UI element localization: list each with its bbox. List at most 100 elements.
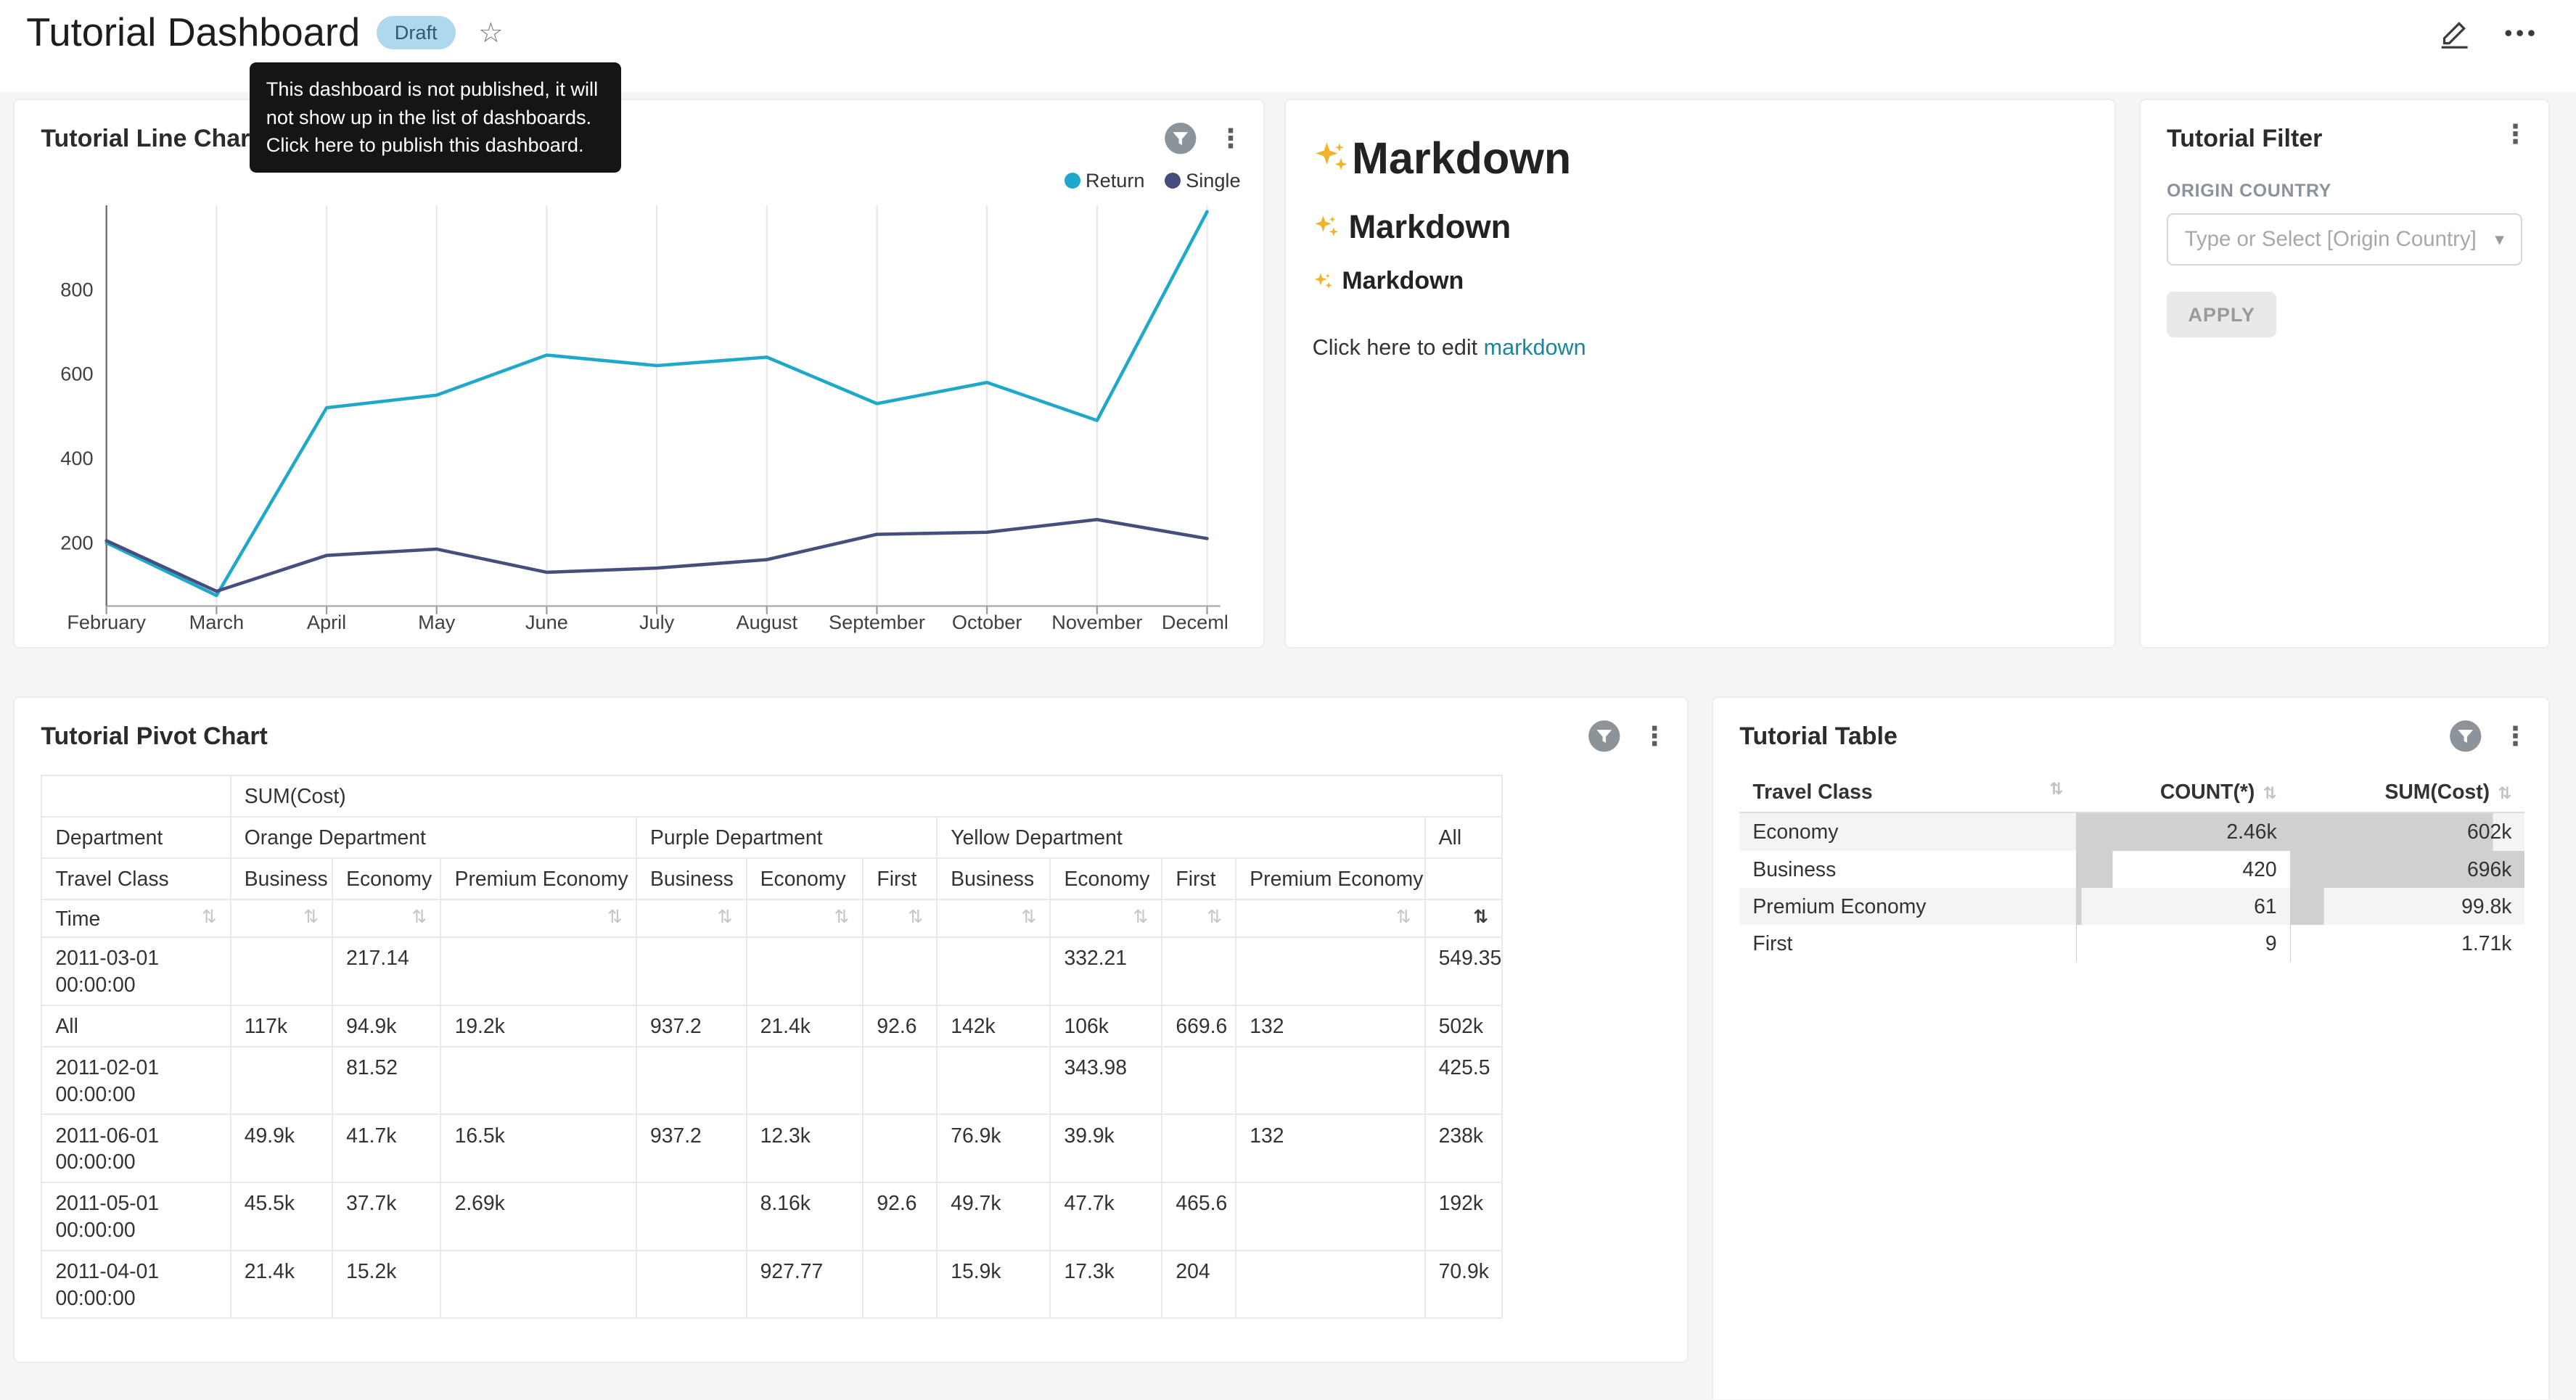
- pivot-value-cell: 49.9k: [231, 1114, 332, 1182]
- pivot-value-cell: [937, 937, 1050, 1005]
- draft-tooltip[interactable]: This dashboard is not published, it will…: [250, 62, 621, 173]
- legend-label: Return: [1086, 169, 1145, 192]
- pivot-row-dimension: Department: [41, 817, 230, 858]
- pivot-value-cell: 41.7k: [332, 1114, 440, 1182]
- chart-options-icon[interactable]: ⋮: [1641, 723, 1668, 749]
- svg-text:February: February: [67, 611, 147, 633]
- chart-options-icon[interactable]: ⋮: [1218, 125, 1244, 152]
- line-chart: FebruaryMarchAprilMayJuneJulyAugustSepte…: [28, 199, 1227, 646]
- apply-button[interactable]: APPLY: [2167, 292, 2276, 338]
- pivot-row: All117k94.9k19.2k937.221.4k92.6142k106k6…: [41, 1005, 1502, 1047]
- column-header[interactable]: SUM(Cost)⇅: [2290, 772, 2525, 813]
- table-header-row: Travel Class⇅COUNT(*)⇅SUM(Cost)⇅: [1739, 772, 2524, 813]
- pivot-value-cell: 192k: [1425, 1182, 1502, 1251]
- sort-icon[interactable]: ⇅: [303, 905, 319, 928]
- pivot-value-cell: 217.14: [332, 937, 440, 1005]
- svg-text:August: August: [737, 611, 798, 633]
- pivot-value-cell: 92.6: [863, 1005, 937, 1047]
- pivot-value-cell: 2.69k: [440, 1182, 636, 1251]
- chart-options-icon[interactable]: ⋮: [2502, 121, 2528, 147]
- column-header[interactable]: Travel Class⇅: [1739, 772, 2076, 813]
- filter-field-label: ORIGIN COUNTRY: [2167, 181, 2522, 202]
- pivot-value-cell: [863, 1114, 937, 1182]
- pivot-value-cell: 19.2k: [440, 1005, 636, 1047]
- pivot-value-cell: 142k: [937, 1005, 1050, 1047]
- card-title: Tutorial Pivot Chart: [41, 721, 1661, 752]
- pivot-value-cell: 47.7k: [1050, 1182, 1162, 1251]
- sort-icon[interactable]: ⇅: [1133, 905, 1148, 928]
- filter-indicator-icon[interactable]: [1587, 719, 1622, 754]
- pivot-col-header: Business: [231, 858, 332, 899]
- pivot-col-header: First: [1162, 858, 1236, 899]
- pivot-value-cell: 332.21: [1050, 937, 1162, 1005]
- svg-text:November: November: [1051, 611, 1142, 633]
- cell-travel-class: Business: [1739, 851, 2076, 888]
- markdown-link[interactable]: markdown: [1484, 335, 1586, 360]
- pivot-value-cell: 39.9k: [1050, 1114, 1162, 1182]
- draft-badge[interactable]: Draft: [377, 16, 456, 49]
- pivot-value-cell: 15.9k: [937, 1251, 1050, 1319]
- pivot-sort-cell: ⇅: [636, 899, 747, 937]
- pivot-value-cell: 927.77: [747, 1251, 864, 1319]
- cell-sum: 99.8k: [2290, 888, 2525, 925]
- data-table: Travel Class⇅COUNT(*)⇅SUM(Cost)⇅Economy2…: [1739, 772, 2524, 962]
- sort-icon[interactable]: ⇅: [202, 905, 217, 928]
- filter-card: Tutorial Filter ⋮ ORIGIN COUNTRY Type or…: [2139, 99, 2550, 648]
- sort-icon[interactable]: ⇅: [1396, 905, 1411, 928]
- sparkles-icon: [1313, 213, 1340, 241]
- chart-legend: Return Single: [1065, 169, 1241, 192]
- select-placeholder: Type or Select [Origin Country]: [2185, 227, 2477, 252]
- pivot-row: 2011-03-0100:00:00217.14332.21549.35: [41, 937, 1502, 1005]
- more-actions-icon[interactable]: [2503, 17, 2536, 49]
- sort-icon[interactable]: ⇅: [607, 905, 623, 928]
- pivot-table: SUM(Cost)DepartmentOrange DepartmentPurp…: [41, 775, 1503, 1319]
- svg-text:April: April: [307, 611, 346, 633]
- sort-icon[interactable]: ⇅: [2263, 784, 2277, 802]
- origin-country-select[interactable]: Type or Select [Origin Country] ▾: [2167, 213, 2522, 265]
- sort-icon[interactable]: ⇅: [412, 905, 427, 928]
- sort-icon[interactable]: ⇅: [1473, 905, 1488, 928]
- sort-icon[interactable]: ⇅: [2498, 784, 2511, 802]
- pivot-value-cell: 465.6: [1162, 1182, 1236, 1251]
- pivot-col-header: Business: [937, 858, 1050, 899]
- sort-icon[interactable]: ⇅: [1021, 905, 1036, 928]
- edit-dashboard-icon[interactable]: [2438, 17, 2471, 49]
- dashboard-grid: Tutorial Line Chart ⋮ Return Single: [0, 92, 2576, 1399]
- pivot-value-cell: 94.9k: [332, 1005, 440, 1047]
- pivot-sort-cell: ⇅: [1425, 899, 1502, 937]
- sort-icon[interactable]: ⇅: [1207, 905, 1222, 928]
- markdown-h2: Markdown: [1313, 208, 2088, 246]
- sort-icon[interactable]: ⇅: [908, 905, 923, 928]
- pivot-chart-card: Tutorial Pivot Chart ⋮ SUM(Cost)Departme…: [13, 696, 1689, 1363]
- favorite-star-icon[interactable]: ☆: [478, 17, 504, 49]
- column-header[interactable]: COUNT(*)⇅: [2076, 772, 2289, 813]
- legend-item-return[interactable]: Return: [1065, 169, 1145, 192]
- pivot-col-group-header: Yellow Department: [937, 817, 1424, 858]
- pivot-value-cell: 132: [1236, 1114, 1424, 1182]
- pivot-value-cell: 12.3k: [747, 1114, 864, 1182]
- pivot-row-label: 2011-04-0100:00:00: [41, 1251, 230, 1319]
- sort-icon[interactable]: ⇅: [718, 905, 733, 928]
- pivot-value-cell: [231, 1047, 332, 1115]
- svg-text:June: June: [525, 611, 568, 633]
- sort-icon[interactable]: ⇅: [834, 905, 849, 928]
- sort-icon[interactable]: ⇅: [2049, 780, 2063, 799]
- sparkles-icon: [1313, 271, 1334, 292]
- sparkles-icon: [1313, 139, 1350, 177]
- card-actions: ⋮: [1587, 719, 1668, 754]
- filter-indicator-icon[interactable]: [2448, 719, 2483, 754]
- markdown-card[interactable]: Markdown Markdown: [1284, 99, 2116, 648]
- pivot-col-header: [1425, 858, 1502, 899]
- pivot-sort-cell: ⇅: [332, 899, 440, 937]
- pivot-value-cell: 204: [1162, 1251, 1236, 1319]
- pivot-col-group-header: Orange Department: [231, 817, 636, 858]
- pivot-value-cell: 81.52: [332, 1047, 440, 1115]
- pivot-col-group-header: Purple Department: [636, 817, 937, 858]
- chart-options-icon[interactable]: ⋮: [2502, 723, 2528, 749]
- legend-item-single[interactable]: Single: [1165, 169, 1241, 192]
- pivot-row-label: 2011-06-0100:00:00: [41, 1114, 230, 1182]
- pivot-sort-cell: ⇅: [231, 899, 332, 937]
- pivot-value-cell: [636, 1182, 747, 1251]
- filter-indicator-icon[interactable]: [1163, 121, 1198, 156]
- pivot-col-header: Economy: [332, 858, 440, 899]
